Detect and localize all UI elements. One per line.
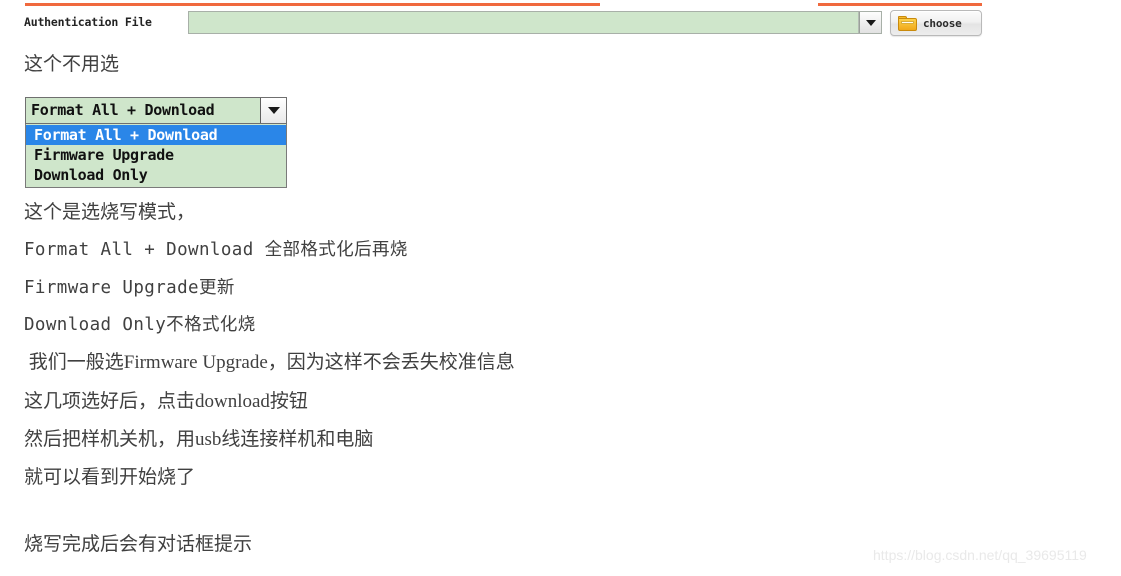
note-line-1: 这个是选烧写模式，: [24, 202, 196, 223]
choose-button[interactable]: choose: [890, 10, 982, 36]
authentication-file-row: Authentication File choose: [0, 8, 1000, 38]
blog-watermark: https://blog.csdn.net/qq_39695119: [873, 547, 1087, 563]
authentication-file-combobox[interactable]: [188, 11, 882, 34]
note-line-5: 我们一般选Firmware Upgrade，因为这样不会丢失校准信息: [24, 352, 515, 373]
note-line-4: Download Only不格式化烧: [24, 315, 256, 335]
download-mode-option-firmware-upgrade[interactable]: Firmware Upgrade: [26, 145, 286, 165]
note-line-9: 烧写完成后会有对话框提示: [24, 534, 253, 555]
note-line-2: Format All + Download 全部格式化后再烧: [24, 240, 408, 260]
authentication-file-label: Authentication File: [24, 15, 152, 29]
folder-icon: [898, 15, 917, 31]
download-mode-option-download-only[interactable]: Download Only: [26, 165, 286, 185]
note-above-select: 这个不用选: [24, 54, 120, 75]
authentication-file-input[interactable]: [189, 12, 859, 33]
caret-glyph: [267, 107, 280, 114]
download-mode-select[interactable]: Format All + Download: [25, 97, 287, 124]
window-accent-rule-right: [818, 3, 982, 6]
choose-button-label: choose: [923, 16, 962, 30]
caret-glyph: [865, 19, 876, 26]
note-line-6: 这几项选好后，点击download按钮: [24, 391, 308, 412]
download-mode-option-format-all-download[interactable]: Format All + Download: [26, 125, 286, 145]
note-line-8: 就可以看到开始烧了: [24, 467, 196, 488]
note-line-3: Firmware Upgrade更新: [24, 278, 235, 298]
window-accent-rule-left: [25, 3, 600, 6]
chevron-down-icon[interactable]: [859, 12, 881, 33]
download-mode-selected-value: Format All + Download: [31, 101, 215, 119]
chevron-down-icon[interactable]: [260, 98, 286, 123]
download-mode-option-list[interactable]: Format All + Download Firmware Upgrade D…: [25, 124, 287, 188]
note-line-7: 然后把样机关机，用usb线连接样机和电脑: [24, 429, 374, 450]
